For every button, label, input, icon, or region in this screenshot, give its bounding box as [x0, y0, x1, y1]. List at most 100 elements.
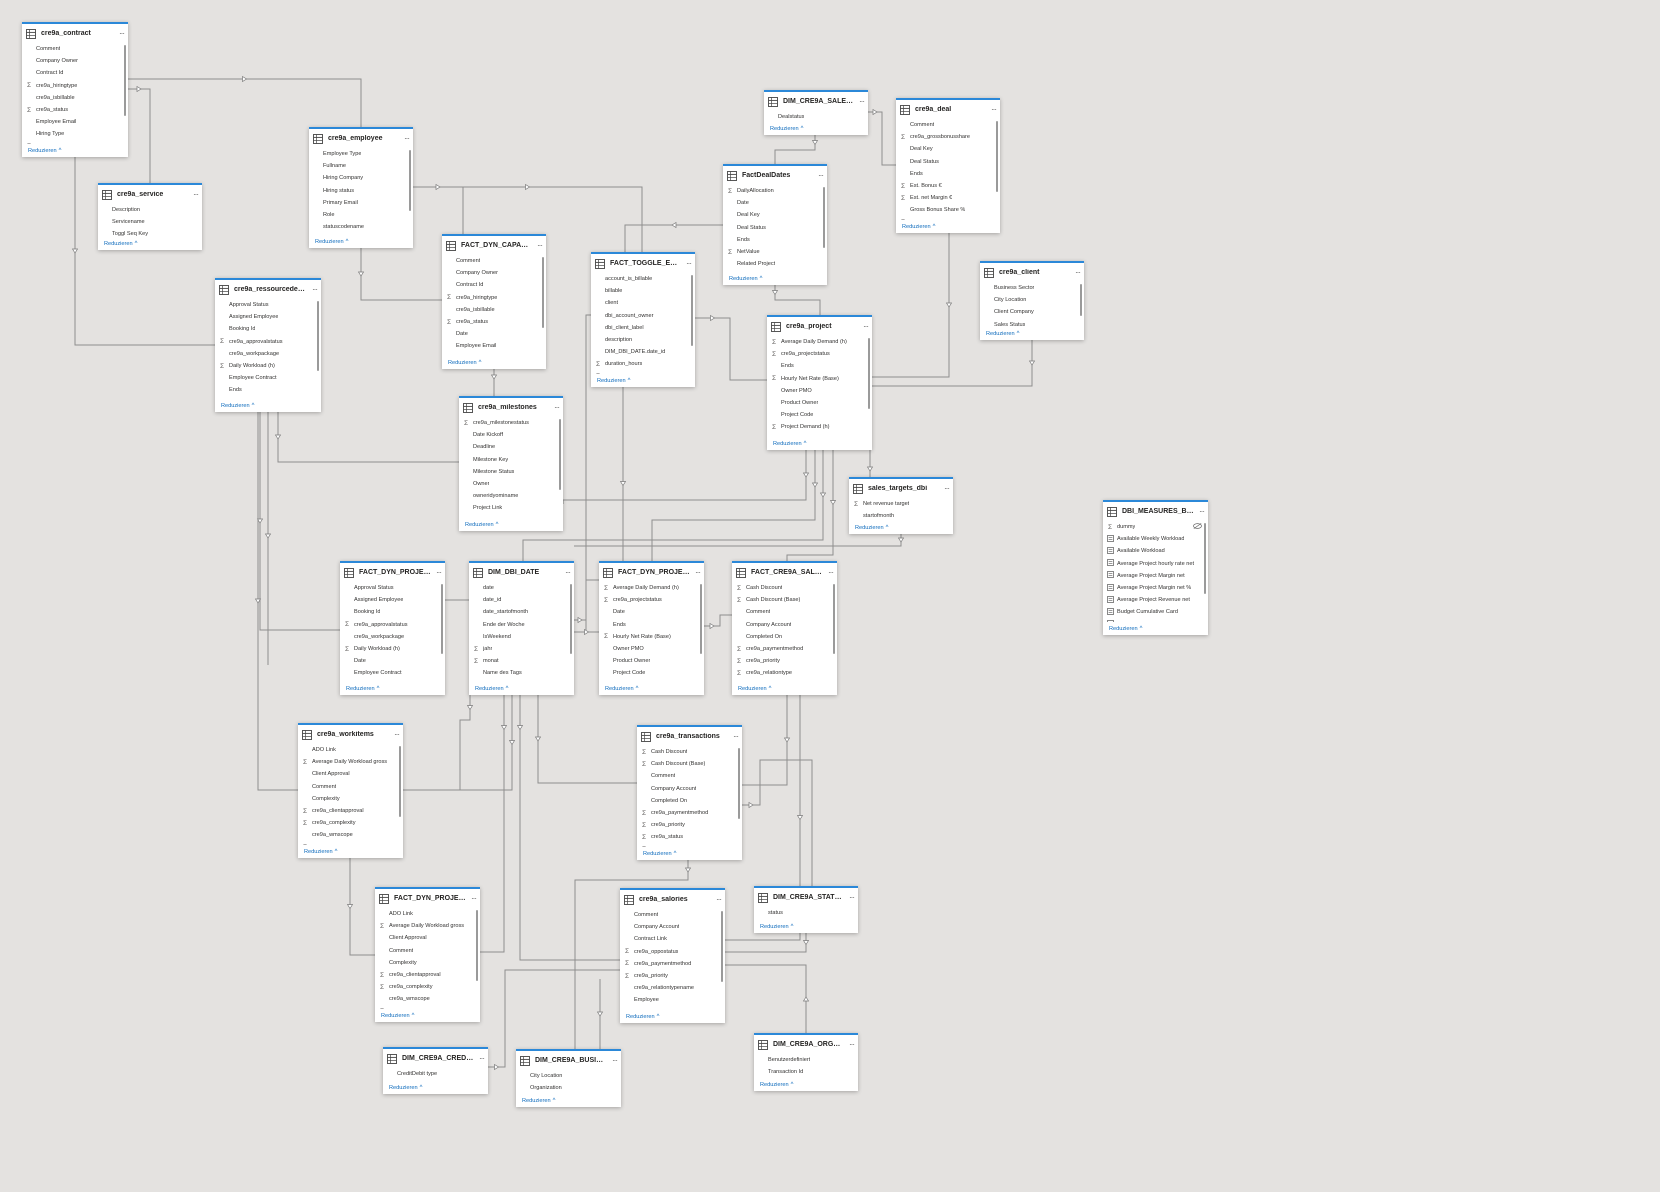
more-options-icon[interactable]: ··· — [986, 105, 997, 114]
field-row[interactable]: date_startofmonth — [469, 606, 574, 618]
field-row[interactable]: date — [469, 582, 574, 594]
scrollbar[interactable] — [570, 584, 572, 654]
relationship-line[interactable] — [413, 186, 464, 234]
collapse-link[interactable]: Reduzieren ^ — [754, 1078, 858, 1091]
table-card-header[interactable]: cre9a_project ··· — [767, 317, 872, 336]
field-row[interactable]: Approval Status — [340, 582, 445, 594]
field-list[interactable]: ADO Link Σ Average Daily Workload gross Cli… — [375, 908, 480, 1009]
field-row[interactable]: Ends — [215, 384, 321, 396]
field-row[interactable]: Y-revision — [309, 233, 413, 235]
scrollbar[interactable] — [738, 748, 740, 819]
field-row[interactable]: Σ Project Demand (h) — [767, 421, 872, 433]
field-row[interactable]: Contract Id — [442, 279, 546, 291]
field-row[interactable]: Sales Status — [980, 319, 1084, 327]
field-list[interactable]: CreditDebit type — [383, 1068, 488, 1081]
table-card-header[interactable]: cre9a_deal ··· — [896, 100, 1000, 119]
field-list[interactable]: Σ Average Daily Demand (h) Σcre9a_projects… — [767, 336, 872, 437]
field-list[interactable]: Comment Company Account Contract Link Σcre9… — [620, 909, 725, 1010]
field-row[interactable]: Project Link — [459, 502, 563, 514]
field-row[interactable]: Σcre9a_complexity — [375, 981, 480, 993]
more-options-icon[interactable]: ··· — [939, 484, 950, 493]
table-card-milestones[interactable]: cre9a_milestones ··· Σcre9a_milestonestatu… — [459, 396, 563, 531]
table-card-contract[interactable]: cre9a_contract ··· Comment Company Owner Con… — [22, 22, 128, 157]
table-card-sales[interactable]: FACT_CRE9A_SALES ··· Σ Cash Discount Σ Cash D… — [732, 561, 837, 695]
relationship-line[interactable] — [522, 450, 824, 561]
table-card-header[interactable]: FactDealDates ··· — [723, 166, 827, 185]
field-row[interactable]: Dealstatus — [764, 111, 868, 122]
field-list[interactable]: Σcre9a_milestonestatus Date Kickoff Deadli… — [459, 417, 563, 518]
field-row[interactable]: Σcre9a_paymentmethod — [637, 807, 742, 819]
relationship-line[interactable] — [537, 695, 637, 784]
field-row[interactable]: Product Owner — [767, 397, 872, 409]
relationship-line[interactable] — [774, 285, 821, 315]
table-card-measures[interactable]: DBI_MEASURES_BASE ··· Σdummy Available Week… — [1103, 500, 1208, 635]
field-row[interactable]: Servicename — [98, 216, 202, 228]
field-row[interactable]: ΣHourly Net Rate — [896, 217, 1000, 220]
table-card-header[interactable]: cre9a_ressourcedemand··· — [215, 280, 321, 299]
collapse-link[interactable]: Reduzieren ^ — [375, 1009, 480, 1022]
field-row[interactable]: Average Project Revenue net — [1103, 594, 1208, 606]
table-card-header[interactable]: FACT_DYN_PROJECTDE...··· — [340, 563, 445, 582]
table-card-header[interactable]: DIM_CRE9A_CREDITDE...··· — [383, 1049, 488, 1068]
field-row[interactable]: Σ Average Daily Workload gross — [375, 920, 480, 932]
field-row[interactable]: Σduration_hours — [591, 358, 695, 370]
field-row[interactable]: billable — [591, 285, 695, 297]
more-options-icon[interactable]: ··· — [114, 29, 125, 38]
field-row[interactable]: Owner — [459, 478, 563, 490]
collapse-link[interactable]: Reduzieren ^ — [459, 518, 563, 531]
collapse-link[interactable]: Reduzieren ^ — [516, 1094, 621, 1107]
table-card-header[interactable]: FACT_DYN_PROJECTW...··· — [375, 889, 480, 908]
field-row[interactable]: EndofMonth — [620, 1007, 725, 1011]
field-row[interactable]: cre9a_isbillable — [22, 92, 128, 104]
field-list[interactable]: Σ Average Daily Demand (h) Σcre9a_projects… — [599, 582, 704, 682]
field-row[interactable]: Milestone Status — [459, 466, 563, 478]
field-list[interactable]: Comment Company Owner Contract Id Σcre9a_hi… — [442, 255, 546, 356]
more-options-icon[interactable]: ··· — [532, 241, 543, 250]
table-card-projectw[interactable]: FACT_DYN_PROJECTW...··· Σ Average Daily De… — [599, 561, 704, 695]
table-card-employee[interactable]: cre9a_employee ··· Employee Type Fullname Hi… — [309, 127, 413, 248]
collapse-link[interactable]: Reduzieren ^ — [469, 682, 574, 695]
table-card-header[interactable]: DIM_CRE9A_SALESSTAT...··· — [764, 92, 868, 111]
collapse-link[interactable]: Reduzieren ^ — [22, 144, 128, 157]
field-row[interactable]: Σcre9a_approvalstatus — [340, 619, 445, 631]
field-row[interactable]: Σ Cash Discount — [637, 746, 742, 758]
field-list[interactable]: Benutzerdefiniert Transaction Id — [754, 1054, 858, 1078]
relationship-line[interactable] — [695, 317, 767, 381]
more-options-icon[interactable]: ··· — [858, 322, 869, 331]
scrollbar[interactable] — [823, 187, 825, 248]
collapse-link[interactable]: Reduzieren ^ — [98, 237, 202, 250]
field-row[interactable]: ADO Link — [298, 744, 403, 756]
table-card-header[interactable]: DBI_MEASURES_BASE ··· — [1103, 502, 1208, 521]
table-card-client[interactable]: cre9a_client ··· Business Sector City Locat… — [980, 261, 1084, 340]
more-options-icon[interactable]: ··· — [823, 568, 834, 577]
relationship-line[interactable] — [742, 759, 813, 886]
relationship-line[interactable] — [360, 248, 442, 301]
field-row[interactable]: Σ Daily Workload (h) — [340, 643, 445, 655]
field-row[interactable]: Available Workload — [1103, 545, 1208, 557]
field-row[interactable]: Σ Est. net Margin € — [896, 192, 1000, 204]
table-card-businessp[interactable]: DIM_CRE9A_BUSINESSP...··· City Location Or… — [516, 1049, 621, 1107]
field-list[interactable]: Σ DailyAllocation Date Deal Key Deal Status E… — [723, 185, 827, 272]
field-row[interactable]: Contract Id — [22, 67, 128, 79]
field-list[interactable]: Employee Type Fullname Hiring Company Hirin… — [309, 148, 413, 235]
field-row[interactable]: Σcre9a_priority — [732, 655, 837, 667]
field-row[interactable]: dbi_account_owner — [591, 310, 695, 322]
field-row[interactable]: Name des Tags — [469, 667, 574, 679]
scrollbar[interactable] — [996, 121, 998, 192]
field-row[interactable]: Toggl Seq Key — [98, 228, 202, 237]
field-row[interactable]: Hiring Company — [309, 172, 413, 184]
field-row[interactable]: Contract Link — [620, 933, 725, 945]
table-card-header[interactable]: cre9a_salories ··· — [620, 890, 725, 909]
table-card-ressource[interactable]: cre9a_ressourcedemand···Approval StatusA… — [215, 278, 321, 412]
field-row[interactable]: Comment — [732, 606, 837, 618]
field-row[interactable]: Fullname — [309, 160, 413, 172]
relationship-line[interactable] — [277, 412, 459, 463]
scrollbar[interactable] — [542, 257, 544, 328]
field-row[interactable]: Complexity — [298, 793, 403, 805]
field-row[interactable]: Assigned Employee — [215, 311, 321, 323]
field-row[interactable]: Σ Average Daily Demand (h) — [767, 336, 872, 348]
field-row[interactable]: ADO Link — [375, 908, 480, 920]
scrollbar[interactable] — [559, 419, 561, 490]
relationship-line[interactable] — [872, 340, 1033, 387]
field-row[interactable]: Related Project — [723, 258, 827, 270]
